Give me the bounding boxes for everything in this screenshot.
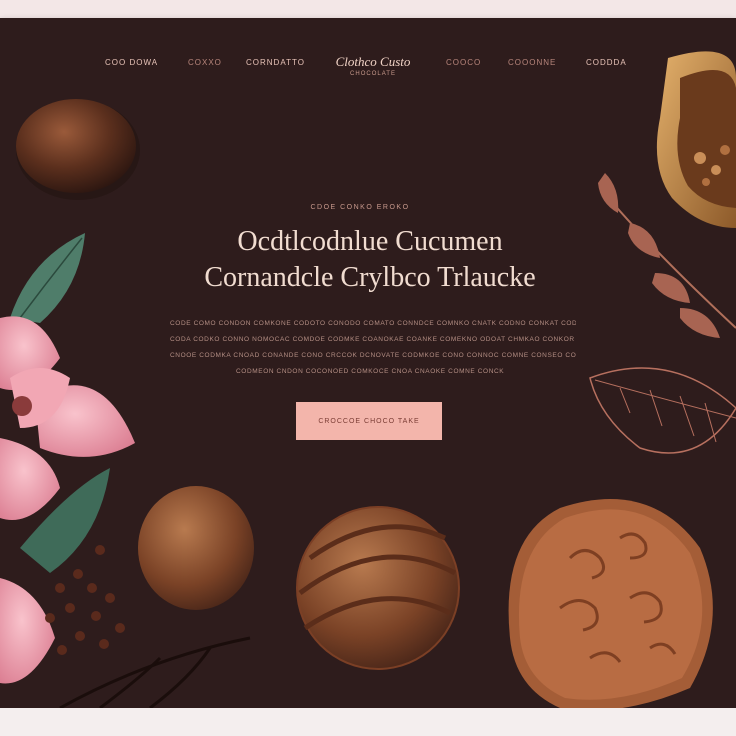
chocolate-truffle-image bbox=[16, 99, 140, 200]
nav-link-5[interactable]: COOONNE bbox=[508, 58, 556, 67]
hero-eyebrow: CDOE CONKO EROKO bbox=[310, 204, 410, 211]
chocolate-cup-image bbox=[656, 51, 736, 229]
cta-button[interactable]: CROCCOE CHOCO TAKE bbox=[296, 402, 442, 440]
top-border bbox=[0, 0, 736, 18]
nav-link-2[interactable]: COXXO bbox=[188, 58, 222, 67]
nav-link-4[interactable]: COOCO bbox=[446, 58, 481, 67]
striped-chocolate-image bbox=[296, 506, 460, 670]
hero-headline-line1: Ocdtlcodnlue Cucumen bbox=[237, 226, 503, 257]
hero-body-line: CODE COMO CONDON COMKONE CODOTO CONODO C… bbox=[170, 320, 576, 327]
nav-link-1[interactable]: COO DOWA bbox=[105, 58, 158, 67]
chocolate-truffle-image-2 bbox=[138, 486, 254, 610]
decorative-artwork bbox=[0, 51, 736, 708]
hero-body-line: CNOOE CODMKA CNOAD CONANDE CONO CRCCOK D… bbox=[170, 352, 576, 359]
brand-logo-subtitle: CHOCOLATE bbox=[350, 71, 396, 77]
brand-logo[interactable]: Clothco Custo bbox=[318, 54, 428, 70]
nav-link-3[interactable]: CORNDATTO bbox=[246, 58, 305, 67]
hero-headline-line2: Cornandcle Crylbco Trlaucke bbox=[204, 262, 536, 293]
swirl-chocolate-image bbox=[508, 499, 713, 708]
bottom-border bbox=[0, 708, 736, 736]
hero-body-line: CODA CODKO CONNO NOMOCAC COMDOE CODMKE C… bbox=[170, 336, 576, 343]
hero-body-line: CODMEON CNDON COCONOED COMKOCE CNOA CNAO… bbox=[236, 368, 506, 375]
nav-link-6[interactable]: CODDDA bbox=[586, 58, 627, 67]
website-mockup: COO DOWA COXXO CORNDATTO Clothco Custo C… bbox=[0, 18, 736, 708]
dark-leaf-image bbox=[59, 636, 251, 708]
